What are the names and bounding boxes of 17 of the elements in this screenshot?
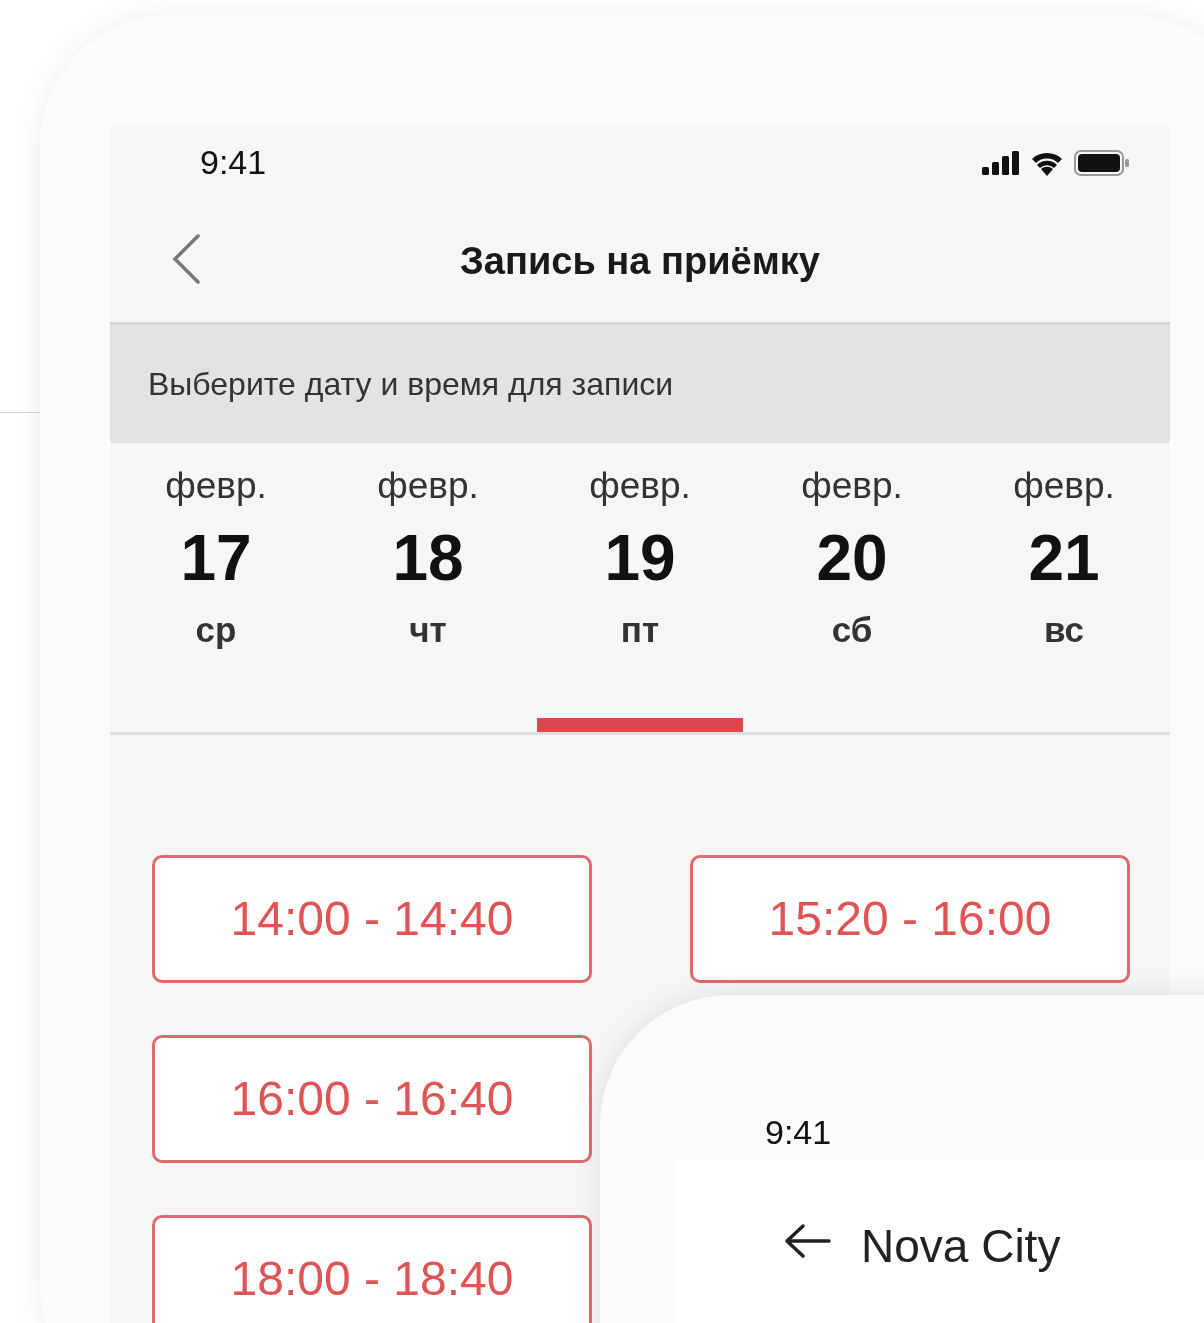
time-slot-button[interactable]: 18:00 - 18:40 [152,1215,592,1323]
screen-title: Запись на приёмку [460,238,820,284]
time-slot-button[interactable]: 14:00 - 14:40 [152,855,592,983]
date-tab[interactable]: февр. 18 чт [322,443,534,732]
screen-title: Nova City [861,1219,1061,1274]
time-slot-button[interactable]: 15:20 - 16:00 [690,855,1130,983]
time-slot-button[interactable]: 16:00 - 16:40 [152,1035,592,1163]
status-time: 9:41 [200,142,267,183]
back-arrow-icon[interactable] [783,1223,831,1259]
status-time: 9:41 [765,1112,832,1153]
battery-icon [1074,149,1130,176]
instruction-banner: Выберите дату и время для записи [110,325,1170,443]
date-tab[interactable]: февр. 17 ср [110,443,322,732]
signal-icon [982,150,1020,175]
date-tab[interactable]: февр. 21 вс [958,443,1170,732]
date-tab[interactable]: февр. 20 сб [746,443,958,732]
back-chevron-icon[interactable] [170,233,202,285]
